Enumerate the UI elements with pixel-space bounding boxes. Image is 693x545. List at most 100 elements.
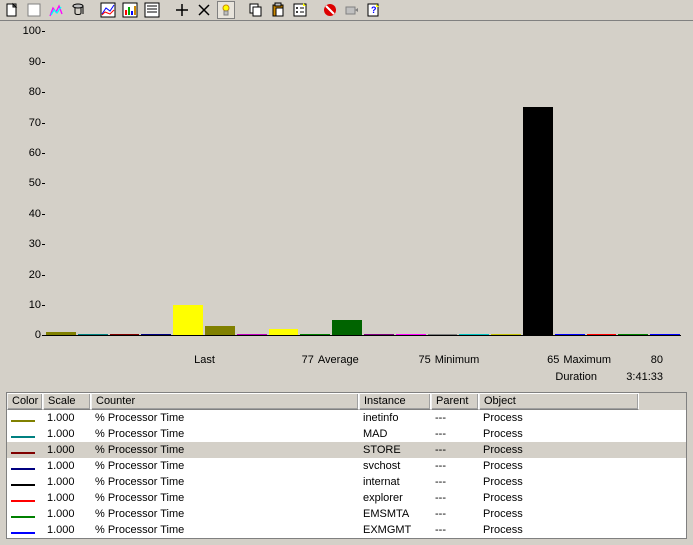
bars-container (45, 31, 681, 335)
bar (364, 334, 394, 336)
cell-parent: --- (431, 492, 479, 504)
cell-object: Process (479, 476, 639, 488)
freeze-icon[interactable] (321, 1, 339, 19)
cell-scale: 1.000 (43, 412, 91, 424)
bar (173, 305, 203, 335)
th-object[interactable]: Object (479, 393, 639, 410)
table-row[interactable]: 1.000% Processor TimeSTORE---Process (7, 442, 686, 458)
table-row[interactable]: 1.000% Processor TimeEMSMTA---Process (7, 506, 686, 522)
view-log-icon[interactable] (69, 1, 87, 19)
bar (269, 329, 299, 335)
bar (428, 334, 458, 336)
avg-value: 75 (363, 354, 431, 366)
dur-value: 3:41:33 (601, 371, 663, 383)
max-value: 80 (615, 354, 663, 366)
cell-object: Process (479, 460, 639, 472)
table-row[interactable]: 1.000% Processor TimeEXMGMT---Process (7, 522, 686, 538)
th-scale[interactable]: Scale (43, 393, 91, 410)
cell-instance: EMSMTA (359, 508, 431, 520)
cell-instance: internat (359, 476, 431, 488)
th-color[interactable]: Color (7, 393, 43, 410)
table-body[interactable]: 1.000% Processor Timeinetinfo---Process1… (7, 410, 686, 538)
cell-object: Process (479, 412, 639, 424)
table-row[interactable]: 1.000% Processor Timesvchost---Process (7, 458, 686, 474)
cell-parent: --- (431, 444, 479, 456)
cell-scale: 1.000 (43, 476, 91, 488)
toolbar: ? (0, 0, 693, 21)
bar (141, 334, 171, 336)
add-icon[interactable] (173, 1, 191, 19)
help-icon[interactable]: ? (365, 1, 383, 19)
cell-counter: % Processor Time (91, 412, 359, 424)
paste-icon[interactable] (269, 1, 287, 19)
last-label: Last (194, 354, 215, 366)
highlight-icon[interactable] (217, 1, 235, 19)
table-header: Color Scale Counter Instance Parent Obje… (7, 393, 686, 410)
ytick-label: 30 (13, 238, 41, 250)
bar (237, 334, 267, 336)
cell-parent: --- (431, 524, 479, 536)
delete-icon[interactable] (195, 1, 213, 19)
table-row[interactable]: 1.000% Processor Timeexplorer---Process (7, 490, 686, 506)
cell-object: Process (479, 492, 639, 504)
properties-icon[interactable] (291, 1, 309, 19)
cell-color (7, 462, 43, 470)
ytick-label: 50 (13, 177, 41, 189)
cell-color (7, 430, 43, 438)
bar (523, 107, 553, 335)
clear-display-icon[interactable] (25, 1, 43, 19)
ytick-label: 100 (13, 25, 41, 37)
cell-parent: --- (431, 476, 479, 488)
new-counter-set-icon[interactable] (3, 1, 21, 19)
view-chart-icon[interactable] (99, 1, 117, 19)
ytick-label: 0 (13, 329, 41, 341)
cell-color (7, 510, 43, 518)
ytick-label: 80 (13, 86, 41, 98)
cell-scale: 1.000 (43, 492, 91, 504)
cell-parent: --- (431, 412, 479, 424)
table-row[interactable]: 1.000% Processor Timeinternat---Process (7, 474, 686, 490)
chart-area: 0102030405060708090100 (0, 21, 693, 351)
cell-instance: MAD (359, 428, 431, 440)
bar (491, 334, 521, 336)
cell-color (7, 414, 43, 422)
counter-table: Color Scale Counter Instance Parent Obje… (6, 392, 687, 539)
stats-row-2: Duration 3:41:33 (0, 369, 693, 386)
view-histogram-icon[interactable] (121, 1, 139, 19)
cell-counter: % Processor Time (91, 428, 359, 440)
view-current-icon[interactable] (47, 1, 65, 19)
cell-color (7, 478, 43, 486)
bar (332, 320, 362, 335)
view-report-icon[interactable] (143, 1, 161, 19)
bar (46, 332, 76, 335)
copy-icon[interactable] (247, 1, 265, 19)
ytick-label: 20 (13, 269, 41, 281)
stats-row-1: Last 77 Average 75 Minimum 65 Maximum 80 (0, 351, 693, 368)
bar (459, 334, 489, 336)
cell-object: Process (479, 428, 639, 440)
cell-parent: --- (431, 460, 479, 472)
cell-counter: % Processor Time (91, 476, 359, 488)
update-icon[interactable] (343, 1, 361, 19)
bar (555, 334, 585, 336)
th-instance[interactable]: Instance (359, 393, 431, 410)
last-value: 77 (219, 354, 314, 366)
cell-scale: 1.000 (43, 508, 91, 520)
ytick-label: 60 (13, 147, 41, 159)
max-label: Maximum (563, 354, 611, 366)
cell-counter: % Processor Time (91, 444, 359, 456)
table-row[interactable]: 1.000% Processor TimeMAD---Process (7, 426, 686, 442)
bar (205, 326, 235, 335)
cell-color (7, 526, 43, 534)
cell-scale: 1.000 (43, 524, 91, 536)
ytick-label: 90 (13, 56, 41, 68)
bar (300, 334, 330, 336)
cell-instance: STORE (359, 444, 431, 456)
th-parent[interactable]: Parent (431, 393, 479, 410)
cell-color (7, 446, 43, 454)
cell-scale: 1.000 (43, 444, 91, 456)
table-row[interactable]: 1.000% Processor Timeinetinfo---Process (7, 410, 686, 426)
cell-counter: % Processor Time (91, 524, 359, 536)
min-label: Minimum (435, 354, 480, 366)
th-counter[interactable]: Counter (91, 393, 359, 410)
